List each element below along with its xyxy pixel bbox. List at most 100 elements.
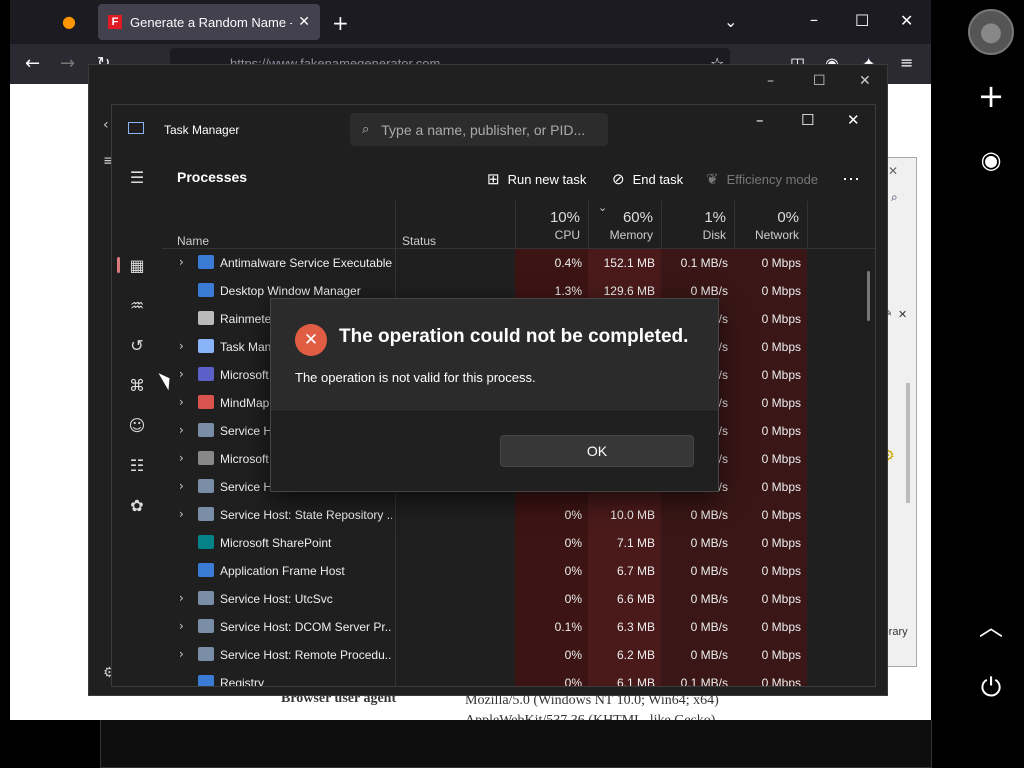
users-icon[interactable]: ☺	[125, 413, 149, 437]
chevron-up-icon[interactable]: ︿	[967, 600, 1015, 648]
tab-close-icon[interactable]: ✕	[298, 14, 310, 30]
expand-chevron-icon[interactable]: ›	[179, 395, 184, 409]
tab-list-chevron-icon[interactable]: ⌄	[724, 12, 737, 31]
search-icon: ⌕	[362, 122, 370, 137]
process-icon	[198, 591, 214, 605]
hamburger-icon[interactable]: ☰	[125, 165, 149, 189]
browser-tab[interactable]: F Generate a Random Name - Fake Name Gen…	[98, 4, 320, 40]
parent-minimize-icon[interactable]: –	[767, 73, 774, 89]
dialog-title: The operation could not be completed.	[339, 326, 689, 347]
memory-cell: 6.7 MB	[616, 564, 655, 578]
close-window-icon[interactable]: ✕	[900, 11, 913, 30]
table-row[interactable]: › Service Host: Remote Procedu... 0% 6.2 MB…	[162, 641, 875, 669]
add-icon[interactable]: +	[967, 72, 1015, 120]
expand-chevron-icon[interactable]: ›	[179, 507, 184, 521]
cpu-cell: 0%	[564, 676, 582, 687]
expand-chevron-icon[interactable]: ›	[179, 423, 184, 437]
expand-chevron-icon[interactable]: ›	[179, 255, 184, 269]
end-task-label: End task	[632, 171, 684, 187]
avatar-icon: ●	[968, 9, 1014, 55]
expand-chevron-icon[interactable]: ›	[179, 451, 184, 465]
col-name[interactable]: Name	[177, 234, 209, 248]
process-icon	[198, 367, 214, 381]
divider	[515, 201, 516, 249]
parent-back-icon[interactable]: ‹	[103, 117, 109, 133]
details-icon[interactable]: ☷	[125, 453, 149, 477]
process-icon	[198, 479, 214, 493]
expand-chevron-icon[interactable]: ›	[179, 619, 184, 633]
col-memory[interactable]: ⌄ 60% Memory	[588, 201, 661, 249]
memory-cell: 6.6 MB	[616, 592, 655, 606]
tm-minimize-icon[interactable]: –	[756, 111, 764, 129]
panel-scrollbar[interactable]	[906, 383, 910, 503]
process-icon	[198, 311, 214, 325]
user-avatar[interactable]: ●	[967, 8, 1015, 56]
process-icon	[198, 535, 214, 549]
expand-chevron-icon[interactable]: ›	[179, 367, 184, 381]
table-row[interactable]: › Antimalware Service Executable 0.4% 152.1…	[162, 249, 875, 277]
disk-cell: 0 MB/s	[690, 536, 728, 550]
back-icon[interactable]: ←	[25, 53, 40, 74]
expand-chevron-icon[interactable]: ›	[179, 479, 184, 493]
minimize-icon[interactable]: –	[810, 10, 818, 29]
error-icon: ✕	[295, 324, 327, 356]
col-network[interactable]: 0% Network	[734, 201, 807, 249]
cpu-cell: 0%	[564, 536, 582, 550]
col-disk[interactable]: 1% Disk	[661, 201, 734, 249]
end-task-button[interactable]: ⊘ End task	[612, 163, 683, 195]
col-cpu[interactable]: 10% CPU	[515, 201, 588, 249]
table-row[interactable]: Registry 0% 6.1 MB 0.1 MB/s 0 Mbps	[162, 669, 875, 687]
network-cell: 0 Mbps	[761, 508, 801, 522]
more-options-button[interactable]: ⋯	[842, 163, 860, 195]
run-new-task-button[interactable]: ⊞ Run new task	[487, 163, 586, 195]
startup-apps-icon[interactable]: ⌘	[125, 373, 149, 397]
table-row[interactable]: › Service Host: State Repository ... 0% 10.…	[162, 501, 875, 529]
new-tab-icon[interactable]: +	[332, 11, 349, 35]
ok-button[interactable]: OK	[500, 435, 694, 467]
parent-maximize-icon[interactable]: ☐	[813, 73, 826, 89]
efficiency-mode-button[interactable]: ❦ Efficiency mode	[706, 163, 818, 195]
services-icon[interactable]: ✿	[125, 493, 149, 517]
disk-cell: 0 MB/s	[690, 620, 728, 634]
table-scrollbar[interactable]	[867, 271, 870, 321]
maximize-icon[interactable]: ☐	[855, 11, 869, 30]
disk-cell: 0 MB/s	[690, 648, 728, 662]
cpu-cell: 0.4%	[554, 256, 582, 270]
expand-chevron-icon[interactable]: ›	[179, 339, 184, 353]
menu-icon[interactable]: ≡	[900, 53, 913, 72]
power-icon[interactable]: ⏻	[967, 664, 1015, 712]
parent-close-icon[interactable]: ✕	[859, 73, 871, 89]
process-icon	[198, 647, 214, 661]
forward-icon[interactable]: →	[60, 53, 75, 74]
table-row[interactable]: Microsoft SharePoint 0% 7.1 MB 0 MB/s 0 Mbps	[162, 529, 875, 557]
panel-close-icon[interactable]: ✕	[888, 164, 898, 178]
cpu-cell: 0%	[564, 564, 582, 578]
expand-chevron-icon[interactable]: ›	[179, 647, 184, 661]
task-manager-logo-icon	[128, 122, 144, 134]
more-icon: ⋯	[842, 168, 860, 189]
cpu-label: CPU	[554, 228, 580, 242]
process-icon	[198, 563, 214, 577]
tm-maximize-icon[interactable]: ☐	[801, 111, 814, 129]
tm-close-icon[interactable]: ✕	[847, 111, 860, 129]
process-search-input[interactable]: ⌕ Type a name, publisher, or PID...	[350, 113, 608, 146]
firefox-logo-icon[interactable]: ●	[62, 12, 76, 31]
eye-icon[interactable]: ◉	[967, 136, 1015, 184]
tab-favicon-icon: F	[108, 15, 122, 29]
panel-x-icon[interactable]: ✕	[898, 308, 907, 321]
processes-icon[interactable]: ▦	[125, 253, 149, 277]
performance-icon[interactable]: ♒	[125, 293, 149, 317]
table-row[interactable]: › Service Host: UtcSvc 0% 6.6 MB 0 MB/s 0 Mbp…	[162, 585, 875, 613]
process-name: Registry	[220, 676, 265, 687]
table-row[interactable]: Application Frame Host 0% 6.7 MB 0 MB/s 0 Mb…	[162, 557, 875, 585]
panel-search-icon[interactable]: ⌕	[891, 190, 898, 205]
process-name: Service Host: DCOM Server Pr...	[220, 620, 392, 634]
network-cell: 0 Mbps	[761, 396, 801, 410]
disk-label: Disk	[702, 228, 726, 242]
process-name: Application Frame Host	[220, 564, 345, 578]
app-history-icon[interactable]: ↺	[125, 333, 149, 357]
table-row[interactable]: › Service Host: DCOM Server Pr... 0.1% 6.3 …	[162, 613, 875, 641]
col-status[interactable]: Status	[402, 234, 436, 248]
expand-chevron-icon[interactable]: ›	[179, 591, 184, 605]
disk-cell: 0 MB/s	[690, 508, 728, 522]
